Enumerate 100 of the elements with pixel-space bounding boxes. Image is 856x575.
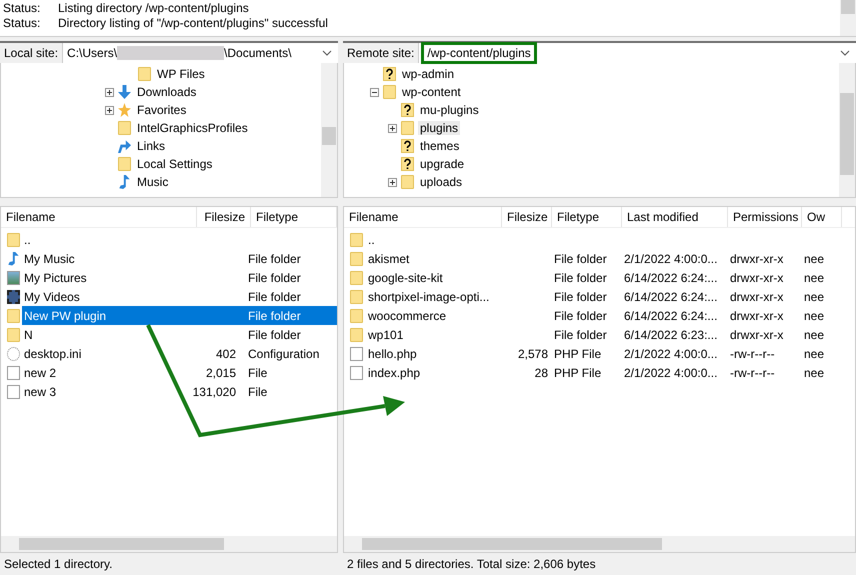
column-header[interactable]: Filename bbox=[1, 207, 197, 227]
tree-item[interactable]: themes bbox=[418, 139, 462, 153]
file-row[interactable]: My Videos File folder bbox=[22, 287, 337, 306]
file-row[interactable]: My Pictures File folder bbox=[22, 268, 337, 287]
tree-row[interactable]: wp-admin bbox=[344, 65, 839, 83]
folder-icon bbox=[401, 175, 414, 189]
file-row[interactable]: new 2 2,015 File bbox=[22, 363, 337, 382]
expand-plus-icon[interactable] bbox=[388, 178, 397, 186]
question-folder-icon bbox=[401, 139, 414, 153]
table-cell: drwxr-xr-x bbox=[730, 290, 784, 304]
collapse-minus-icon[interactable] bbox=[370, 88, 379, 96]
tree-row[interactable]: wp-content bbox=[344, 83, 839, 101]
folder-icon bbox=[7, 328, 20, 342]
folder-icon bbox=[350, 270, 363, 284]
column-header[interactable]: Permissions bbox=[728, 207, 802, 227]
column-header[interactable]: Ow bbox=[802, 207, 842, 227]
tree-row[interactable]: Local Settings bbox=[1, 155, 321, 173]
tree-item[interactable]: plugins bbox=[418, 121, 460, 135]
table-cell: 6/14/2022 6:24:... bbox=[624, 270, 718, 284]
tree-item[interactable]: mu-plugins bbox=[418, 103, 481, 117]
table-cell: PHP File bbox=[554, 346, 602, 360]
table-cell: 28 bbox=[534, 366, 548, 380]
table-cell: 2/1/2022 4:00:0... bbox=[624, 252, 718, 266]
scrollbar[interactable] bbox=[840, 0, 856, 36]
table-cell: hello.php bbox=[368, 346, 417, 360]
folder-icon bbox=[350, 232, 363, 246]
file-icon bbox=[350, 346, 363, 360]
remote-path-field[interactable]: /wp-content/plugins bbox=[421, 42, 537, 64]
local-status-text: Selected 1 directory. bbox=[3, 556, 114, 573]
tree-row[interactable]: plugins bbox=[344, 119, 839, 137]
table-cell: nee bbox=[804, 366, 824, 380]
scrollbar[interactable] bbox=[839, 63, 855, 197]
log-label: Status: bbox=[3, 16, 42, 31]
table-cell: akismet bbox=[368, 252, 410, 266]
horizontal-scrollbar[interactable] bbox=[344, 536, 855, 552]
gear-file-icon bbox=[7, 346, 20, 360]
column-header[interactable]: Filesize bbox=[502, 207, 552, 227]
tree-item[interactable]: Downloads bbox=[135, 85, 198, 99]
table-cell: shortpixel-image-opti... bbox=[368, 290, 490, 304]
file-row[interactable]: new 3 131,020 File bbox=[22, 382, 337, 401]
table-cell: nee bbox=[804, 252, 824, 266]
table-cell: File folder bbox=[554, 252, 607, 266]
tree-item[interactable]: upgrade bbox=[418, 157, 466, 171]
table-cell: 6/14/2022 6:23:... bbox=[624, 328, 718, 342]
folder-icon bbox=[7, 232, 20, 246]
tree-row[interactable]: Favorites bbox=[1, 101, 321, 119]
column-header[interactable]: Filetype bbox=[251, 207, 337, 227]
table-cell: -rw-r--r-- bbox=[730, 366, 775, 380]
tree-row[interactable]: Links bbox=[1, 137, 321, 155]
file-row[interactable]: New PW plugin File folder bbox=[22, 306, 337, 325]
tree-item[interactable]: wp-admin bbox=[400, 67, 456, 81]
table-cell: index.php bbox=[368, 366, 420, 380]
file-icon bbox=[7, 366, 20, 380]
folder-icon bbox=[401, 121, 414, 135]
table-cell: wp101 bbox=[368, 328, 404, 342]
horizontal-scrollbar[interactable] bbox=[1, 536, 337, 552]
local-path-field[interactable]: C:\Users\ \Documents\ bbox=[63, 43, 338, 63]
dropdown-caret-icon[interactable] bbox=[840, 50, 850, 56]
tree-row[interactable]: upgrade bbox=[344, 155, 839, 173]
tree-item[interactable]: Local Settings bbox=[135, 157, 214, 171]
remote-status-text: 2 files and 5 directories. Total size: 2,606 bytes bbox=[346, 556, 597, 573]
tree-row[interactable]: mu-plugins bbox=[344, 101, 839, 119]
column-header[interactable]: Filename bbox=[344, 207, 502, 227]
file-row[interactable]: My Music File folder bbox=[22, 249, 337, 268]
tree-item[interactable]: IntelGraphicsProfiles bbox=[135, 121, 250, 135]
tree-item[interactable]: Music bbox=[135, 175, 170, 189]
table-cell: 2/1/2022 4:00:0... bbox=[624, 366, 718, 380]
tree-item[interactable]: wp-content bbox=[400, 85, 463, 99]
tree-item[interactable]: Favorites bbox=[135, 103, 188, 117]
folder-icon bbox=[383, 85, 396, 99]
table-cell: 6/14/2022 6:24:... bbox=[624, 308, 718, 322]
local-site-label: Local site: bbox=[0, 43, 64, 63]
table-cell: nee bbox=[804, 290, 824, 304]
tree-item[interactable]: WP Files bbox=[155, 67, 207, 81]
scrollbar[interactable] bbox=[321, 63, 337, 197]
tree-row[interactable]: IntelGraphicsProfiles bbox=[1, 119, 321, 137]
table-cell: 6/14/2022 6:24:... bbox=[624, 290, 718, 304]
tree-row[interactable]: Downloads bbox=[1, 83, 321, 101]
expand-plus-icon[interactable] bbox=[388, 124, 397, 132]
table-cell: File folder bbox=[554, 270, 607, 284]
table-cell: File folder bbox=[554, 328, 607, 342]
tree-item[interactable]: uploads bbox=[418, 175, 464, 189]
column-header[interactable]: Filetype bbox=[552, 207, 622, 227]
tree-row[interactable]: WP Files bbox=[1, 65, 321, 83]
tree-row[interactable]: Music bbox=[1, 173, 321, 191]
tree-row[interactable]: uploads bbox=[344, 173, 839, 191]
table-cell: File folder bbox=[554, 308, 607, 322]
column-header[interactable]: Filesize bbox=[197, 207, 251, 227]
log-message: Listing directory /wp-content/plugins bbox=[58, 1, 249, 16]
file-row[interactable]: N File folder bbox=[22, 325, 337, 344]
file-row[interactable]: desktop.ini 402 Configuration bbox=[22, 344, 337, 363]
tree-item[interactable]: Links bbox=[135, 139, 168, 153]
table-cell: -rw-r--r-- bbox=[730, 346, 775, 360]
folder-icon bbox=[138, 67, 151, 81]
tree-row[interactable]: themes bbox=[344, 137, 839, 155]
column-header[interactable]: Last modified bbox=[622, 207, 728, 227]
file-row[interactable]: .. bbox=[22, 230, 337, 249]
question-folder-icon bbox=[401, 103, 414, 117]
folder-icon bbox=[350, 252, 363, 266]
dropdown-caret-icon[interactable] bbox=[322, 50, 332, 56]
